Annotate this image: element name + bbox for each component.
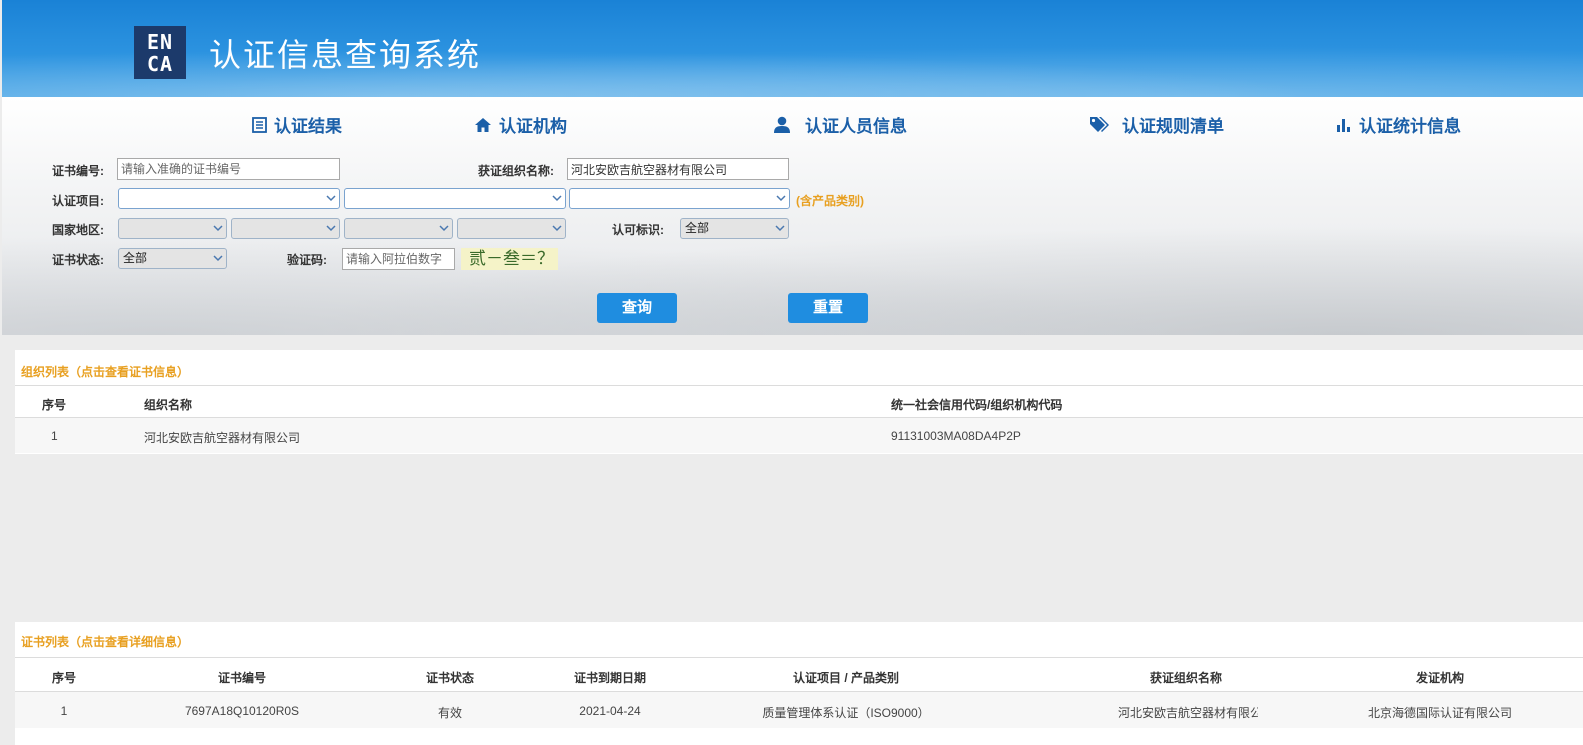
query-button[interactable]: 查询 xyxy=(597,293,677,323)
org-row-name[interactable]: 河北安欧吉航空器材有限公司 xyxy=(144,429,300,446)
cert-row-project: 质量管理体系认证（ISO9000） xyxy=(762,706,930,720)
cert-header-index: 序号 xyxy=(51,671,76,685)
chevron-down-icon xyxy=(552,195,562,202)
region-select-4[interactable] xyxy=(457,218,566,239)
chevron-down-icon xyxy=(326,195,336,202)
org-row-code: 91131003MA08DA4P2P xyxy=(891,429,1021,443)
nav-item-cert-bodies[interactable]: 认证机构 xyxy=(474,112,567,137)
accred-select[interactable]: 全部 xyxy=(680,218,789,239)
status-selected-value: 全部 xyxy=(123,251,148,265)
cert-row-expiry: 2021-04-24 xyxy=(579,704,641,718)
cert-header-issuer: 发证机构 xyxy=(1415,671,1464,685)
region-select-1[interactable] xyxy=(118,218,227,239)
cert-header-no: 证书编号 xyxy=(217,671,266,685)
chevron-down-icon xyxy=(326,225,336,232)
captcha-input[interactable] xyxy=(342,248,455,270)
org-name-label: 获证组织名称: xyxy=(478,164,554,178)
org-row-index: 1 xyxy=(51,429,58,443)
org-header-code: 统一社会信用代码/组织机构代码 xyxy=(891,398,1063,412)
cert-header-expiry: 证书到期日期 xyxy=(573,671,646,685)
nav-item-rules[interactable]: 认证规则清单 xyxy=(1089,112,1224,137)
divider xyxy=(15,385,1583,386)
nav-item-statistics[interactable]: 认证统计信息 xyxy=(1336,112,1461,137)
nav-item-personnel[interactable]: 认证人员信息 xyxy=(773,112,907,137)
region-select-2[interactable] xyxy=(231,218,340,239)
status-select[interactable]: 全部 xyxy=(118,248,227,269)
accred-label: 认可标识: xyxy=(612,223,664,237)
cert-no-label: 证书编号: xyxy=(52,164,104,178)
chevron-down-icon xyxy=(552,225,562,232)
cert-row-issuer: 北京海德国际认证有限公司 xyxy=(1367,706,1512,720)
system-title: 认证信息查询系统 xyxy=(209,36,482,74)
cert-list-title: 证书列表（点击查看详细信息） xyxy=(21,635,190,649)
project-select-1[interactable] xyxy=(118,188,340,209)
captcha-image[interactable]: 贰－叁＝？ xyxy=(461,248,558,270)
project-select-2[interactable] xyxy=(344,188,566,209)
tags-icon xyxy=(1090,117,1109,132)
user-icon xyxy=(774,116,790,133)
nav-label: 认证人员信息 xyxy=(805,117,907,136)
bar-chart-icon xyxy=(1337,118,1350,132)
chevron-down-icon xyxy=(775,225,785,232)
cert-row-index: 1 xyxy=(60,704,68,718)
nav-label: 认证结果 xyxy=(274,117,342,136)
status-label: 证书状态: xyxy=(52,253,104,267)
cnca-logo: EN CA xyxy=(134,26,186,79)
logo-text-bottom: CA xyxy=(146,51,174,76)
chevron-down-icon xyxy=(213,225,223,232)
cert-header-project: 认证项目 / 产品类别 xyxy=(792,671,899,685)
nav-label: 认证规则清单 xyxy=(1122,117,1224,136)
org-list-title: 组织列表（点击查看证书信息） xyxy=(21,365,190,379)
org-header-name: 组织名称 xyxy=(144,398,193,412)
product-category-note: (含产品类别) xyxy=(796,194,864,208)
nav-label: 认证统计信息 xyxy=(1359,117,1461,136)
region-label: 国家地区: xyxy=(52,223,104,237)
region-select-3[interactable] xyxy=(344,218,453,239)
cert-no-input[interactable] xyxy=(117,158,340,180)
captcha-label: 验证码: xyxy=(287,253,327,267)
logo-text-top: EN xyxy=(146,29,174,54)
divider xyxy=(15,657,1583,658)
project-label: 认证项目: xyxy=(52,194,104,208)
chevron-down-icon xyxy=(776,195,786,202)
nav-label: 认证机构 xyxy=(499,117,567,136)
cert-header-org: 获证组织名称 xyxy=(1149,671,1222,685)
cert-row-org: 河北安欧吉航空器材有限公 xyxy=(1118,706,1258,720)
org-header-index: 序号 xyxy=(42,398,67,412)
cert-row-status: 有效 xyxy=(437,706,462,720)
project-select-3[interactable] xyxy=(569,188,790,209)
cert-row-no[interactable]: 7697A18Q10120R0S xyxy=(162,704,322,718)
reset-button[interactable]: 重置 xyxy=(788,293,868,323)
cert-header-status: 证书状态 xyxy=(425,671,474,685)
org-name-input[interactable] xyxy=(567,158,789,180)
chevron-down-icon xyxy=(439,225,449,232)
accred-selected-value: 全部 xyxy=(685,221,710,235)
home-icon xyxy=(475,117,491,132)
list-icon xyxy=(252,116,267,133)
nav-item-cert-results[interactable]: 认证结果 xyxy=(252,112,342,137)
chevron-down-icon xyxy=(213,255,223,262)
